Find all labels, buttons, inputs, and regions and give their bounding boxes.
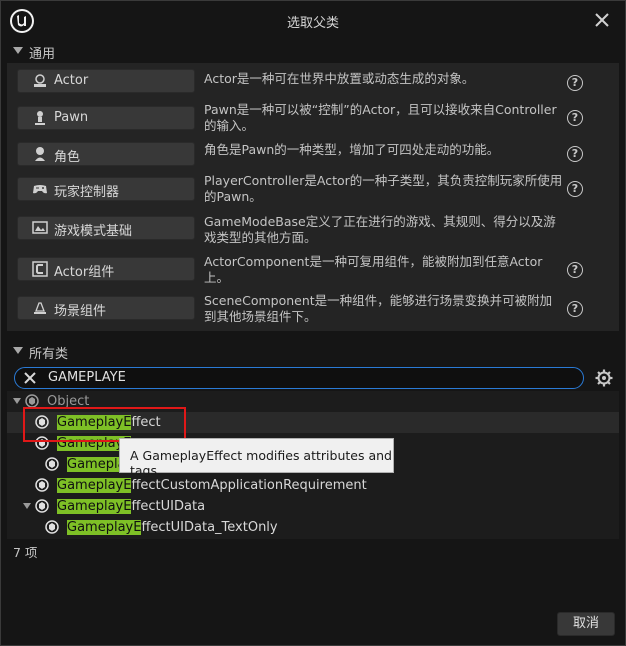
- player-controller-help-icon[interactable]: ?: [567, 181, 583, 197]
- tree-row-ui-data-text-only[interactable]: GameplayEffectUIData_TextOnly: [7, 517, 619, 538]
- component-icon: [32, 261, 48, 277]
- common-classes-panel: Actor Actor是一种可在世界中放置或动态生成的对象。 ? Pawn Pa…: [7, 63, 619, 331]
- tree-row-custom-application-requirement[interactable]: GameplayEffectCustomApplicationRequireme…: [7, 475, 619, 496]
- clear-search-icon[interactable]: [22, 370, 38, 386]
- class-icon: [25, 394, 39, 408]
- all-classes-section-header[interactable]: 所有类: [5, 341, 621, 362]
- scene-component-help-icon[interactable]: ?: [567, 301, 583, 317]
- pawn-class-button[interactable]: Pawn: [17, 106, 195, 130]
- character-icon: [35, 147, 45, 161]
- player-controller-class-button[interactable]: 玩家控制器: [17, 177, 195, 201]
- gear-icon[interactable]: [595, 369, 613, 387]
- actor-component-help-icon[interactable]: ?: [567, 262, 583, 278]
- item-count: 7 项: [13, 545, 38, 560]
- pawn-description: Pawn是一种可以被“控制”的Actor，且可以接收来自Controller的输…: [204, 102, 557, 133]
- common-section-header[interactable]: 通用: [5, 41, 621, 62]
- actor-icon: [34, 74, 46, 87]
- scene-component-description: SceneComponent是一种组件，能够进行场景变换并可被附加到其他场景组件…: [204, 293, 553, 324]
- pawn-help-icon[interactable]: ?: [567, 110, 583, 126]
- actor-component-class-button[interactable]: Actor组件: [17, 257, 195, 281]
- gamemode-description: GameModeBase定义了正在进行的游戏、其规则、得分以及游戏类型的其他方面…: [204, 214, 556, 245]
- search-value[interactable]: GAMEPLAYE: [48, 370, 126, 385]
- blueprint-class-icon: [35, 478, 49, 492]
- actor-component-description: ActorComponent是一种可复用组件，能被附加到任意Actor上。: [204, 254, 543, 285]
- blueprint-class-icon: [35, 499, 49, 513]
- character-class-button[interactable]: 角色: [17, 142, 195, 166]
- tree-row-ui-data[interactable]: GameplayEffectUIData: [7, 496, 619, 517]
- player-controller-description: PlayerController是Actor的一种子类型，其负责控制玩家所使用的…: [204, 173, 563, 204]
- blueprint-class-icon: [45, 457, 59, 471]
- blueprint-class-icon: [45, 520, 59, 534]
- class-search-input[interactable]: GAMEPLAYE: [14, 367, 584, 389]
- character-description: 角色是Pawn的一种类型，增加了可四处走动的功能。: [204, 142, 500, 157]
- expand-arrow-icon[interactable]: [23, 503, 31, 509]
- gamemode-class-button[interactable]: 游戏模式基础: [17, 216, 195, 240]
- collapse-arrow-icon[interactable]: [13, 347, 23, 354]
- annotation-highlight-box: [23, 407, 186, 442]
- cancel-button[interactable]: 取消: [557, 612, 615, 636]
- expand-arrow-icon[interactable]: [13, 398, 21, 404]
- actor-help-icon[interactable]: ?: [567, 75, 583, 91]
- collapse-arrow-icon[interactable]: [13, 47, 23, 54]
- pick-parent-class-dialog: 选取父类 通用 Actor Actor是一种可在世界中放置或动态生成的对象。 ?…: [0, 0, 626, 646]
- gamemode-icon: [32, 221, 48, 234]
- scene-component-icon: [34, 302, 46, 314]
- actor-description: Actor是一种可在世界中放置或动态生成的对象。: [204, 71, 475, 86]
- pawn-icon: [35, 111, 45, 125]
- title-bar: 选取父类: [1, 1, 625, 41]
- class-tooltip: A GameplayEffect modifies attributes and…: [119, 438, 394, 478]
- character-help-icon[interactable]: ?: [567, 146, 583, 162]
- close-icon[interactable]: [593, 11, 611, 29]
- actor-class-button[interactable]: Actor: [17, 69, 195, 93]
- dialog-title: 选取父类: [286, 16, 339, 31]
- scene-component-class-button[interactable]: 场景组件: [17, 296, 195, 320]
- gamepad-icon: [33, 185, 47, 194]
